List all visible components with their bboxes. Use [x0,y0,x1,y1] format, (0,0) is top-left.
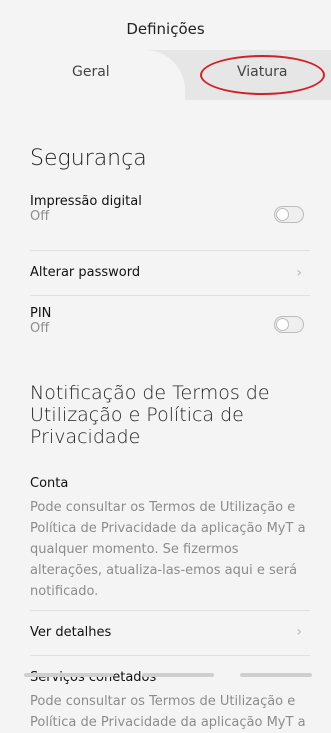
terms-section-title: Notificação de Termos de Utilização e Po… [30,382,270,448]
settings-content: Segurança Impressão digital Off Alterar … [30,100,310,733]
fingerprint-status: Off [30,209,50,224]
change-password-row[interactable]: Alterar password › [30,251,310,296]
change-password-label: Alterar password [30,265,141,280]
account-description: Pode consultar os Termos de Utilização e… [30,500,306,599]
connected-services-description: Pode consultar os Termos de Utilização e… [30,694,306,730]
pin-label: PIN [30,306,52,321]
pin-row: PIN Off [30,296,310,362]
fingerprint-label: Impressão digital [30,194,142,209]
chevron-right-icon: › [296,265,302,281]
bottom-nav-indicator [142,673,214,677]
fingerprint-toggle[interactable] [274,206,304,223]
tab-geral-label: Geral [72,64,110,80]
account-heading: Conta [30,476,69,491]
security-section-title: Segurança [30,146,147,171]
chevron-right-icon: › [296,624,302,640]
pin-status: Off [30,321,50,336]
fingerprint-row: Impressão digital Off [30,194,310,251]
page-title: Definições [126,20,205,38]
view-details-label: Ver detalhes [30,625,112,640]
viatura-highlight-annotation [200,55,325,95]
bottom-nav-indicator [24,673,114,677]
pin-toggle[interactable] [274,316,304,333]
bottom-nav-indicator [240,673,312,677]
tab-geral[interactable]: Geral [0,50,185,100]
view-details-row[interactable]: Ver detalhes › [30,610,310,656]
